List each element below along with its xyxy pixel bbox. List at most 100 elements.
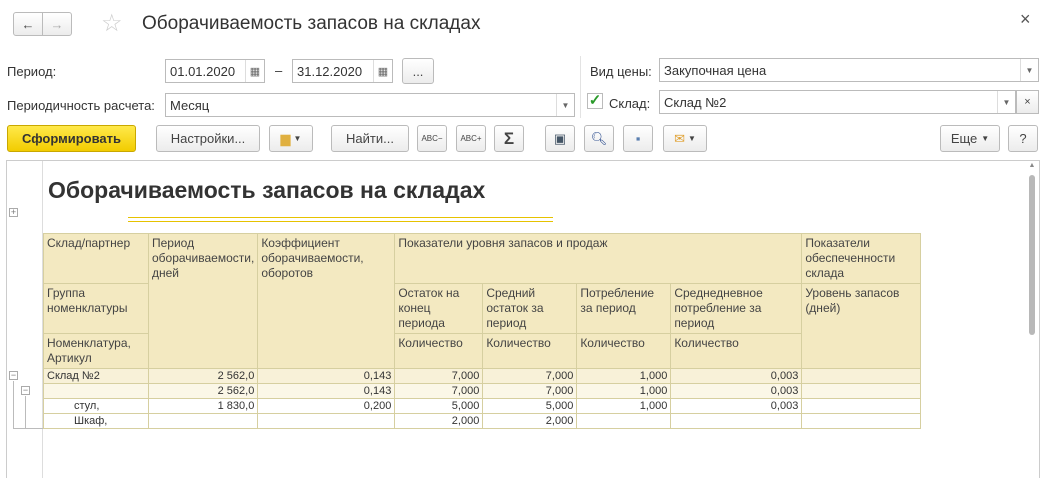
report-table: Склад/партнер Период оборачиваемости, дн…	[43, 233, 922, 429]
date-to-field[interactable]: 31.12.2020 ▦	[292, 59, 393, 83]
header-turnover-ratio: Коэффициент оборачиваемости, оборотов	[257, 233, 396, 369]
header-qty: Количество	[394, 333, 484, 369]
cell-level	[801, 398, 922, 414]
expand-groups-button[interactable]: ABC+	[456, 125, 486, 152]
collapse-groups-button[interactable]: ABC−	[417, 125, 447, 152]
more-label: Еще	[950, 131, 978, 146]
help-button[interactable]: ?	[1008, 125, 1038, 152]
print-button[interactable]: ▣	[545, 125, 575, 152]
collapse-group-icon[interactable]: −	[21, 386, 30, 395]
envelope-icon: ✉	[674, 130, 685, 146]
collapse-warehouse-icon[interactable]: −	[9, 371, 18, 380]
cell-avg: 5,000	[482, 398, 578, 414]
cell-end: 7,000	[394, 368, 484, 384]
tree-line	[13, 381, 14, 428]
header-qty: Количество	[670, 333, 803, 369]
preview-button[interactable]: 🔍︎	[584, 125, 614, 152]
cell-cons: 1,000	[576, 383, 672, 399]
cell-daily: 0,003	[670, 383, 803, 399]
window-title: Оборачиваемость запасов на складах	[142, 13, 481, 34]
title-underline	[128, 217, 553, 222]
cell-coef	[257, 413, 396, 429]
collapse-icon: ABC−	[421, 134, 443, 143]
find-button[interactable]: Найти...	[331, 125, 409, 152]
header-avg-balance: Средний остаток за период	[482, 283, 578, 334]
cell-avg: 7,000	[482, 368, 578, 384]
header-qty: Количество	[576, 333, 672, 369]
header-qty: Количество	[482, 333, 578, 369]
cell-coef: 0,200	[257, 398, 396, 414]
scrollbar-thumb[interactable]	[1029, 175, 1035, 335]
cell-end: 5,000	[394, 398, 484, 414]
cell-name: Склад №2	[43, 368, 149, 384]
header-warehouse: Склад/партнер	[43, 233, 149, 284]
date-from-field[interactable]: 01.01.2020 ▦	[165, 59, 265, 83]
cell-daily: 0,003	[670, 398, 803, 414]
scroll-up-icon[interactable]: ▲	[1026, 162, 1038, 169]
expand-all-icon[interactable]: +	[9, 208, 18, 217]
send-email-button[interactable]: ✉ ▼	[663, 125, 707, 152]
cell-cons: 1,000	[576, 398, 672, 414]
cell-level	[801, 368, 922, 384]
warehouse-label: Склад:	[609, 96, 651, 111]
cell-daily: 0,003	[670, 368, 803, 384]
cell-daily	[670, 413, 803, 429]
header-end-balance: Остаток на конец периода	[394, 283, 484, 334]
cell-end: 7,000	[394, 383, 484, 399]
header-stock-level: Уровень запасов (дней)	[801, 283, 922, 369]
forward-button[interactable]: →	[42, 12, 72, 36]
price-type-value: Закупочная цена	[664, 62, 767, 78]
date-from-value: 01.01.2020	[170, 63, 236, 79]
cell-cons: 1,000	[576, 368, 672, 384]
cell-period: 2 562,0	[147, 368, 259, 384]
date-to-value: 31.12.2020	[297, 63, 363, 79]
periodicity-select[interactable]: Месяц ▼	[165, 93, 575, 117]
generate-button[interactable]: Сформировать	[7, 125, 136, 152]
chevron-down-icon[interactable]: ▼	[556, 94, 574, 116]
cell-name: Шкаф,	[43, 413, 149, 429]
printer-icon: ▣	[553, 130, 567, 146]
cell-coef: 0,143	[257, 383, 396, 399]
variant-button[interactable]: ▆ ▼	[269, 125, 313, 152]
header-item-group: Группа номенклатуры	[43, 283, 149, 334]
cell-avg: 7,000	[482, 383, 578, 399]
warehouse-value: Склад №2	[664, 94, 727, 110]
cell-coef: 0,143	[257, 368, 396, 384]
save-button[interactable]: ▪	[623, 125, 653, 152]
table-row[interactable]: Шкаф, 2,000 2,000	[43, 413, 922, 429]
warehouse-select[interactable]: Склад №2 ▼	[659, 90, 1016, 114]
calendar-icon[interactable]: ▦	[373, 60, 392, 82]
table-row[interactable]: 2 562,0 0,143 7,000 7,000 1,000 0,003	[43, 383, 922, 399]
cell-avg: 2,000	[482, 413, 578, 429]
table-row[interactable]: стул, 1 830,0 0,200 5,000 5,000 1,000 0,003	[43, 398, 922, 414]
close-icon[interactable]: ×	[1020, 9, 1031, 30]
cell-name: стул,	[43, 398, 149, 414]
price-type-label: Вид цены:	[590, 64, 652, 79]
divider	[580, 56, 581, 118]
table-row[interactable]: Склад №2 2 562,0 0,143 7,000 7,000 1,000 0,003	[43, 368, 922, 384]
cell-period	[147, 413, 259, 429]
clear-warehouse-button[interactable]: ×	[1016, 90, 1039, 114]
settings-button[interactable]: Настройки...	[156, 125, 260, 152]
price-type-select[interactable]: Закупочная цена ▼	[659, 58, 1039, 82]
star-icon[interactable]: ☆	[101, 9, 123, 38]
header-item: Номенклатура, Артикул	[43, 333, 149, 369]
period-label: Период:	[7, 64, 57, 79]
vertical-scrollbar[interactable]: ▲	[1026, 162, 1038, 478]
period-select-button[interactable]: ...	[402, 58, 434, 84]
cell-period: 1 830,0	[147, 398, 259, 414]
chevron-down-icon[interactable]: ▼	[997, 91, 1015, 113]
more-button[interactable]: Еще ▼	[940, 125, 1000, 152]
cell-name	[43, 383, 149, 399]
warehouse-checkbox[interactable]: ✓	[587, 93, 603, 109]
cell-level	[801, 413, 922, 429]
sum-button[interactable]: Σ	[494, 125, 524, 152]
calendar-icon[interactable]: ▦	[245, 60, 264, 82]
back-button[interactable]: ←	[13, 12, 43, 36]
chevron-down-icon[interactable]: ▼	[1020, 59, 1038, 81]
floppy-icon: ▪	[635, 131, 641, 146]
cell-cons	[576, 413, 672, 429]
tree-line	[25, 396, 26, 428]
tree-line	[13, 428, 43, 429]
periodicity-value: Месяц	[170, 97, 210, 113]
